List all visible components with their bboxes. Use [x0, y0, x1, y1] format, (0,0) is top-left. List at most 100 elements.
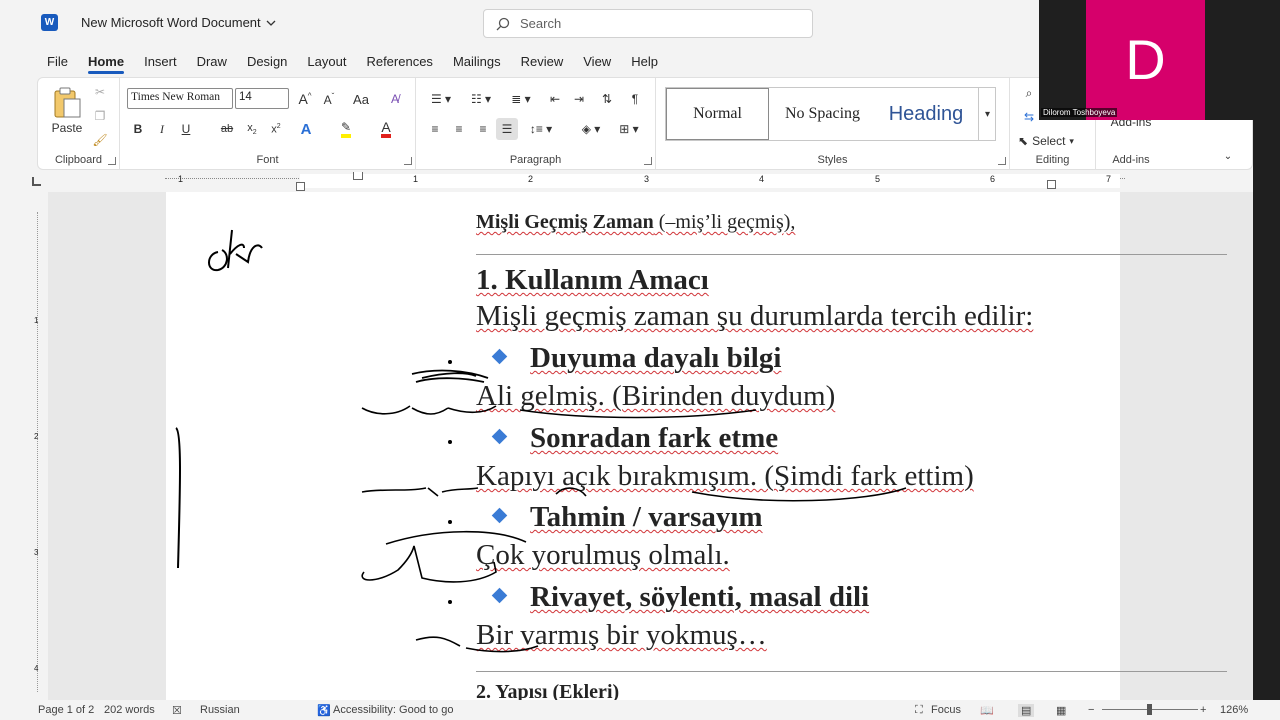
list-item-example[interactable]: Çok yorulmuş olmalı.	[476, 539, 730, 572]
align-center-button[interactable]: ≡	[448, 118, 470, 140]
document-page[interactable]: Mişli Geçmiş Zaman (–miş’li geçmiş), 1. …	[166, 192, 1227, 700]
right-indent-marker[interactable]	[1047, 180, 1056, 189]
italic-button[interactable]: I	[152, 118, 172, 140]
text-effects-button[interactable]: A	[294, 118, 318, 140]
zoom-level[interactable]: 126%	[1220, 704, 1248, 716]
tab-insert[interactable]: Insert	[134, 46, 187, 76]
tab-file[interactable]: File	[37, 46, 78, 76]
multilevel-list-button[interactable]: ≣ ▾	[504, 88, 538, 110]
zoom-out-button[interactable]: −	[1088, 704, 1094, 716]
tab-review[interactable]: Review	[511, 46, 574, 76]
list-item-example-text: Kapıyı açık bırakmışım. (Şimdi fark etti…	[476, 460, 974, 492]
list-item-heading[interactable]: Duyuma dayalı bilgi	[530, 342, 781, 375]
heading-1[interactable]: 1. Kullanım Amacı	[476, 264, 709, 297]
tab-design[interactable]: Design	[237, 46, 297, 76]
shading-button[interactable]: ◈ ▾	[574, 118, 608, 140]
styles-launcher-icon[interactable]	[998, 157, 1006, 165]
intro-paragraph[interactable]: Mişli geçmiş zaman şu durumlarda tercih …	[476, 300, 1033, 333]
accessibility-status[interactable]: Accessibility: Good to go	[333, 704, 453, 716]
paste-button[interactable]: Paste	[44, 82, 90, 140]
sort-button[interactable]: ⇅	[596, 88, 618, 110]
borders-button[interactable]: ⊞ ▾	[612, 118, 646, 140]
video-panel-background	[1253, 120, 1280, 720]
show-formatting-button[interactable]: ¶	[624, 88, 646, 110]
line-spacing-button[interactable]: ↕≡ ▾	[524, 118, 558, 140]
paragraph-launcher-icon[interactable]	[644, 157, 652, 165]
zoom-slider-thumb[interactable]	[1147, 704, 1152, 715]
collapse-ribbon-button[interactable]: ⌄	[1220, 148, 1236, 164]
find-button[interactable]: ⌕	[1018, 82, 1040, 104]
clipboard-launcher-icon[interactable]	[108, 157, 116, 165]
tab-help[interactable]: Help	[621, 46, 668, 76]
list-item-heading[interactable]: Tahmin / varsayım	[530, 501, 763, 534]
list-item-example[interactable]: Bir varmış bir yokmuş…	[476, 619, 767, 652]
style-no-spacing[interactable]: No Spacing	[771, 88, 874, 140]
style-heading[interactable]: Heading	[874, 88, 978, 140]
align-center-icon: ≡	[455, 122, 463, 136]
change-case-button[interactable]: Aa	[346, 88, 376, 110]
underline-icon: U	[181, 122, 191, 136]
first-line-indent-marker[interactable]	[353, 172, 363, 180]
subscript-button[interactable]: x2	[242, 118, 262, 140]
search-input[interactable]: Search	[483, 9, 813, 38]
list-item-example[interactable]: Kapıyı açık bırakmışım. (Şimdi fark etti…	[476, 460, 974, 493]
align-left-button[interactable]: ≡	[424, 118, 446, 140]
tab-view[interactable]: View	[573, 46, 621, 76]
read-mode-icon[interactable]: 📖	[980, 704, 994, 717]
copy-button[interactable]: ❐	[90, 106, 110, 126]
document-canvas[interactable]: Mişli Geçmiş Zaman (–miş’li geçmiş), 1. …	[48, 192, 1253, 700]
heading-2[interactable]: 2. Yapısı (Ekleri)	[476, 681, 619, 700]
select-button[interactable]: ⬉ Select ▾	[1018, 130, 1090, 152]
tab-mailings[interactable]: Mailings	[443, 46, 511, 76]
status-bar: Page 1 of 2 202 words ☒ Russian ♿ Access…	[0, 700, 1280, 720]
tab-layout[interactable]: Layout	[297, 46, 356, 76]
top-title[interactable]: Mişli Geçmiş Zaman (–miş’li geçmiş),	[476, 211, 795, 234]
tab-references[interactable]: References	[356, 46, 442, 76]
list-item-example[interactable]: Ali gelmiş. (Birinden duydum)	[476, 380, 835, 413]
zoom-in-button[interactable]: +	[1200, 704, 1206, 716]
replace-button[interactable]: ⇆	[1018, 106, 1040, 128]
highlight-button[interactable]: ✎	[334, 118, 358, 140]
font-family-select[interactable]: Times New Roman	[127, 88, 233, 109]
superscript-button[interactable]: x2	[266, 118, 286, 140]
focus-button[interactable]: Focus	[931, 704, 961, 716]
list-item-heading[interactable]: Rivayet, söylenti, masal dili	[530, 581, 869, 614]
font-size-select[interactable]: 14	[235, 88, 289, 109]
horizontal-ruler[interactable]: 1 1 2 3 4 5 6 7	[28, 172, 1253, 192]
styles-more-button[interactable]: ▾	[978, 88, 996, 140]
list-item-heading[interactable]: Sonradan fark etme	[530, 422, 778, 455]
format-painter-button[interactable]: 🖌	[90, 130, 110, 150]
brush-icon: 🖌	[92, 133, 108, 147]
proofing-icon[interactable]: ☒	[172, 704, 182, 717]
underline-button[interactable]: U	[176, 118, 196, 140]
language[interactable]: Russian	[200, 704, 240, 716]
justify-button[interactable]: ☰	[496, 118, 518, 140]
web-layout-icon[interactable]: ▦	[1056, 704, 1066, 717]
strikethrough-button[interactable]: ab	[216, 118, 238, 140]
ruler-number: 4	[759, 174, 765, 184]
word-count[interactable]: 202 words	[104, 704, 155, 716]
tab-draw[interactable]: Draw	[187, 46, 237, 76]
clear-formatting-button[interactable]: A̸	[384, 88, 406, 110]
font-color-button[interactable]: A	[374, 118, 398, 140]
left-indent-marker[interactable]	[296, 182, 305, 191]
page-count[interactable]: Page 1 of 2	[38, 704, 94, 716]
font-launcher-icon[interactable]	[404, 157, 412, 165]
video-tile: D Dilorom Toshboyeva	[1039, 0, 1280, 120]
shrink-font-button[interactable]: Aˇ	[318, 88, 340, 110]
print-layout-icon[interactable]: ▤	[1018, 704, 1035, 717]
bold-button[interactable]: B	[128, 118, 148, 140]
tab-selector-icon[interactable]	[32, 177, 41, 186]
grow-font-button[interactable]: A^	[294, 88, 316, 110]
document-title[interactable]: New Microsoft Word Document	[81, 15, 276, 30]
cut-button[interactable]: ✂	[90, 82, 110, 102]
bullets-button[interactable]: ☰ ▾	[424, 88, 458, 110]
tab-home[interactable]: Home	[78, 46, 134, 76]
vertical-ruler[interactable]: 1 2 3 4	[28, 192, 48, 700]
increase-indent-button[interactable]: ⇥	[568, 88, 590, 110]
shading-icon: ◈ ▾	[581, 122, 601, 136]
align-right-button[interactable]: ≡	[472, 118, 494, 140]
decrease-indent-button[interactable]: ⇤	[544, 88, 566, 110]
numbering-button[interactable]: ☷ ▾	[464, 88, 498, 110]
style-normal[interactable]: Normal	[666, 88, 769, 140]
